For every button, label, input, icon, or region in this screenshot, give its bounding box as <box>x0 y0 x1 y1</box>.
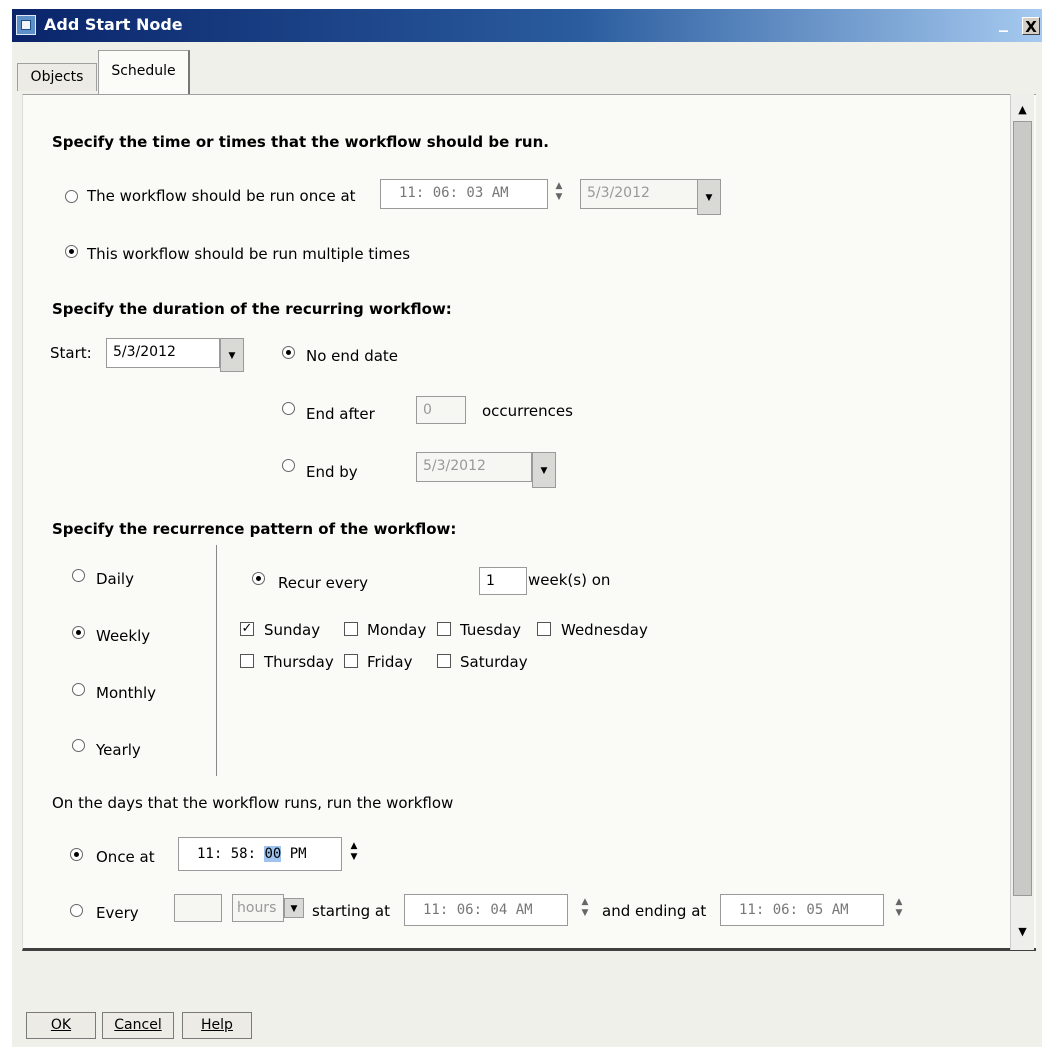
ending-at-label: and ending at <box>602 902 707 920</box>
day-monday-label: Monday <box>367 621 427 639</box>
day-sunday-label: Sunday <box>264 621 321 639</box>
help-button[interactable]: Help <box>182 1012 252 1039</box>
end-by-date-input[interactable]: 5/3/2012 <box>416 452 532 482</box>
end-after-occurrences-input[interactable]: 0 <box>416 396 466 424</box>
pattern-daily-label: Daily <box>96 570 134 588</box>
once-at-time-spinner-icon[interactable]: ▲ ▼ <box>347 841 361 863</box>
ok-button[interactable]: OK <box>26 1012 96 1039</box>
start-date-input[interactable]: 5/3/2012 <box>106 338 220 368</box>
occurrences-label: occurrences <box>482 402 573 420</box>
day-friday-label: Friday <box>367 653 413 671</box>
run-once-radio[interactable] <box>65 190 78 203</box>
pattern-yearly-label: Yearly <box>96 741 141 759</box>
end-after-label: End after <box>306 405 375 423</box>
tab-schedule[interactable]: Schedule <box>98 50 190 94</box>
cancel-button[interactable]: Cancel <box>102 1012 174 1039</box>
every-interval-input[interactable] <box>174 894 222 922</box>
every-radio[interactable] <box>70 904 83 917</box>
day-friday-checkbox[interactable] <box>344 654 358 668</box>
pattern-weekly-label: Weekly <box>96 627 151 645</box>
ending-at-spinner-icon[interactable]: ▲ ▼ <box>892 897 906 919</box>
ending-at-time-input[interactable]: 11: 06: 05 AM <box>720 894 884 926</box>
end-by-label: End by <box>306 463 358 481</box>
day-thursday-label: Thursday <box>264 653 334 671</box>
recur-every-radio[interactable] <box>252 572 265 585</box>
pattern-daily-radio[interactable] <box>72 569 85 582</box>
starting-at-spinner-icon[interactable]: ▲ ▼ <box>578 897 592 919</box>
day-sunday-checkbox[interactable]: ✓ <box>240 622 254 636</box>
run-on-days-heading: On the days that the workflow runs, run … <box>52 794 454 812</box>
tab-objects[interactable]: Objects <box>17 63 97 91</box>
run-once-date-input[interactable]: 5/3/2012 <box>580 179 698 209</box>
run-once-date-dropdown-icon[interactable]: ▼ <box>697 179 721 215</box>
section-heading-duration: Specify the duration of the recurring wo… <box>52 300 452 318</box>
start-date-dropdown-icon[interactable]: ▼ <box>220 338 244 372</box>
pattern-monthly-label: Monthly <box>96 684 157 702</box>
day-saturday-checkbox[interactable] <box>437 654 451 668</box>
day-tuesday-checkbox[interactable] <box>437 622 451 636</box>
end-after-radio[interactable] <box>282 402 295 415</box>
no-end-date-radio[interactable] <box>282 346 295 359</box>
no-end-date-label: No end date <box>306 347 399 365</box>
run-once-label: The workflow should be run once at <box>87 187 356 205</box>
scroll-thumb[interactable] <box>1013 121 1032 896</box>
run-once-time-spinner-icon[interactable]: ▲ ▼ <box>552 181 566 203</box>
weeks-on-label: week(s) on <box>528 571 611 589</box>
section-heading-recurrence: Specify the recurrence pattern of the wo… <box>52 520 457 538</box>
end-by-date-dropdown-icon[interactable]: ▼ <box>532 452 556 488</box>
app-icon <box>16 15 36 35</box>
starting-at-label: starting at <box>312 902 390 920</box>
once-at-label: Once at <box>96 848 155 866</box>
day-wednesday-checkbox[interactable] <box>537 622 551 636</box>
once-at-time-input[interactable]: 11: 58: 00 PM <box>178 837 342 871</box>
day-thursday-checkbox[interactable] <box>240 654 254 668</box>
start-label: Start: <box>50 344 92 362</box>
close-icon[interactable]: X <box>1022 17 1040 36</box>
day-wednesday-label: Wednesday <box>561 621 648 639</box>
scroll-up-arrow-icon[interactable]: ▲ <box>1013 100 1032 119</box>
once-at-time-hm: 11: 58: <box>197 846 265 862</box>
run-once-time-input[interactable]: 11: 06: 03 AM <box>380 179 548 209</box>
once-at-radio[interactable] <box>70 848 83 861</box>
pattern-monthly-radio[interactable] <box>72 683 85 696</box>
pattern-divider <box>216 545 217 776</box>
every-unit-dropdown-icon[interactable]: ▼ <box>284 898 304 918</box>
dialog-body: Objects Schedule ▲ ▼ Specify the time or… <box>12 42 1042 1047</box>
day-tuesday-label: Tuesday <box>460 621 522 639</box>
scroll-down-arrow-icon[interactable]: ▼ <box>1013 922 1032 941</box>
pattern-yearly-radio[interactable] <box>72 739 85 752</box>
once-at-time-ampm: PM <box>281 846 307 862</box>
run-multiple-radio[interactable] <box>65 245 78 258</box>
day-saturday-label: Saturday <box>460 653 528 671</box>
pattern-weekly-radio[interactable] <box>72 626 85 639</box>
end-by-radio[interactable] <box>282 459 295 472</box>
starting-at-time-input[interactable]: 11: 06: 04 AM <box>404 894 568 926</box>
minimize-icon[interactable]: _ <box>999 13 1013 33</box>
recur-every-weeks-input[interactable]: 1 <box>479 567 527 595</box>
day-monday-checkbox[interactable] <box>344 622 358 636</box>
every-unit-select[interactable]: hours <box>232 894 284 922</box>
every-label: Every <box>96 904 139 922</box>
run-multiple-label: This workflow should be run multiple tim… <box>87 245 411 263</box>
window-title: Add Start Node <box>44 15 183 34</box>
recur-every-label: Recur every <box>278 574 369 592</box>
once-at-time-seconds: 00 <box>264 846 282 862</box>
title-bar: Add Start Node _ X <box>12 9 1042 42</box>
section-heading-run-times: Specify the time or times that the workf… <box>52 133 549 151</box>
